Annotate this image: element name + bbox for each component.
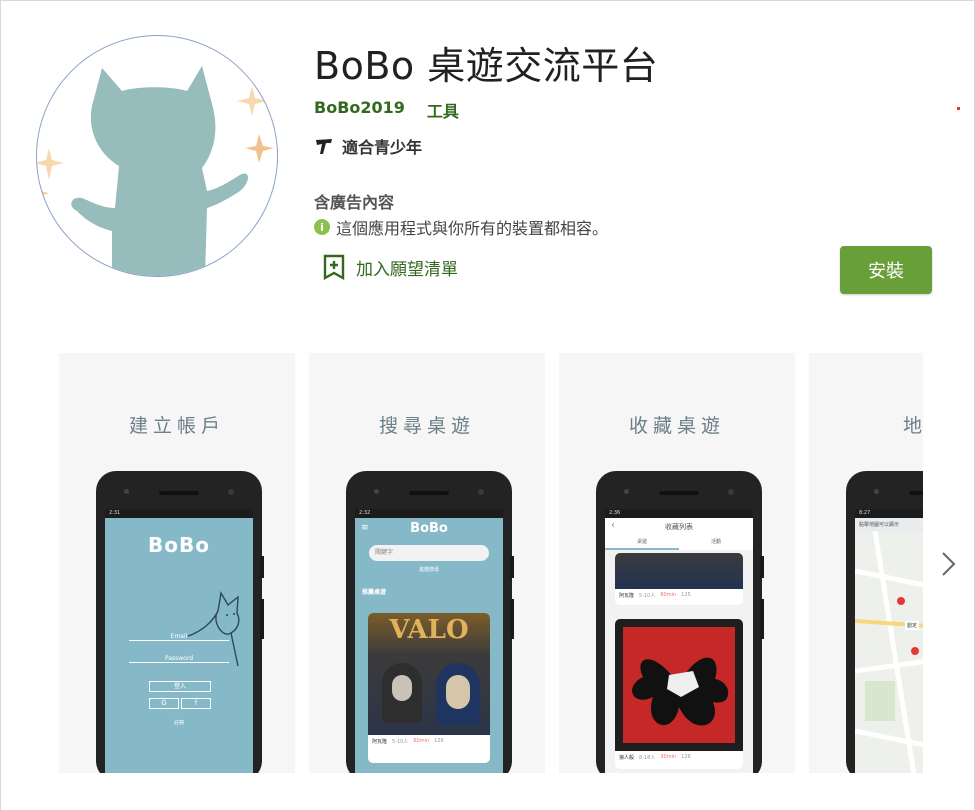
- game-duration: 30min: [660, 754, 677, 760]
- back-icon[interactable]: ‹: [611, 520, 615, 531]
- tab-events[interactable]: 活動: [679, 536, 753, 550]
- chevron-right-icon[interactable]: [938, 549, 960, 579]
- app-meta: BoBo2019 工具: [314, 98, 459, 122]
- screenshot-1[interactable]: 建立帳戶 2:31 BoBo Email Password 登入 G f 註冊: [59, 353, 295, 773]
- compatibility-text: 這個應用程式與你所有的裝置都相容。: [336, 219, 609, 238]
- google-login-button[interactable]: G: [149, 698, 179, 709]
- app-logo: BoBo: [148, 533, 210, 557]
- game-duration: 60min: [413, 738, 430, 744]
- section-label: 推薦桌遊: [362, 589, 387, 596]
- red-dot-marker: [957, 107, 960, 110]
- status-time: 8:27: [855, 509, 923, 518]
- game-card[interactable]: VALO 阿瓦隆 5-10人 60min 126: [368, 613, 490, 763]
- phone-screen: 2:36 ‹ 收藏列表 桌遊 活動 阿瓦隆 5-10人 60min 125 狼人…: [605, 509, 753, 773]
- map-label: 劉定: [905, 621, 920, 630]
- favorite-game-card[interactable]: 阿瓦隆 5-10人 60min 125: [615, 553, 743, 605]
- screenshot-carousel[interactable]: 建立帳戶 2:31 BoBo Email Password 登入 G f 註冊 …: [59, 353, 923, 773]
- phone-screen: 2:32 ≡ BoBo 關鍵字 進階搜尋 推薦桌遊 VALO 阿瓦隆 5-10人…: [355, 509, 503, 773]
- map-view[interactable]: [855, 531, 923, 773]
- phone-mockup: 2:36 ‹ 收藏列表 桌遊 活動 阿瓦隆 5-10人 60min 125 狼人…: [596, 471, 764, 773]
- info-icon: i: [314, 219, 330, 235]
- phone-mockup: 2:31 BoBo Email Password 登入 G f 註冊: [96, 471, 264, 773]
- bobo-mascot-icon: [37, 66, 274, 276]
- register-link[interactable]: 註冊: [105, 719, 253, 726]
- login-button[interactable]: 登入: [149, 681, 211, 692]
- favorite-game-card[interactable]: 狼人殺 8-18人 30min 126: [615, 619, 743, 769]
- screenshot-title: 建立帳戶: [128, 415, 225, 437]
- screenshot-title: 地圖: [902, 415, 923, 437]
- game-players: 5-10人: [639, 593, 656, 599]
- screenshot-title: 搜尋桌遊: [378, 415, 475, 437]
- app-title: BoBo 桌遊交流平台: [314, 44, 659, 88]
- status-time: 2:36: [605, 509, 753, 518]
- phone-mockup: 2:32 ≡ BoBo 關鍵字 進階搜尋 推薦桌遊 VALO 阿瓦隆 5-10人…: [346, 471, 514, 773]
- phone-screen: 8:27 點擊地圖可以顯示 劉定: [855, 509, 923, 773]
- phone-mockup: 8:27 點擊地圖可以顯示 劉定: [846, 471, 923, 773]
- app-details-page: BoBo 桌遊交流平台 BoBo2019 工具 適合青少年 含廣告內容 i 這個…: [0, 0, 975, 810]
- tab-games[interactable]: 桌遊: [605, 536, 679, 550]
- password-field[interactable]: Password: [129, 655, 229, 663]
- email-field[interactable]: Email: [129, 633, 229, 641]
- advanced-search-link[interactable]: 進階搜尋: [355, 566, 503, 573]
- screenshot-3[interactable]: 收藏桌遊 2:36 ‹ 收藏列表 桌遊 活動 阿瓦隆 5-10人 60min 1…: [559, 353, 795, 773]
- game-art-text: VALO: [389, 615, 469, 645]
- screenshot-4[interactable]: 地圖 8:27 點擊地圖可以顯示 劉定: [809, 353, 923, 773]
- teen-rating-icon: [316, 139, 332, 154]
- map-hint: 點擊地圖可以顯示: [859, 522, 900, 528]
- game-duration: 60min: [660, 592, 677, 598]
- add-to-wishlist-button[interactable]: 加入願望清單: [322, 254, 458, 280]
- status-time: 2:31: [105, 509, 253, 518]
- favorites-header: 收藏列表: [665, 523, 693, 531]
- category-link[interactable]: 工具: [427, 98, 459, 122]
- game-name: 阿瓦隆: [372, 739, 388, 745]
- wishlist-label: 加入願望清單: [356, 259, 458, 280]
- game-name: 狼人殺: [619, 755, 635, 761]
- bookmark-add-icon: [323, 254, 345, 280]
- facebook-login-button[interactable]: f: [181, 698, 211, 709]
- game-likes: 125: [681, 592, 691, 598]
- compatibility-note: i 這個應用程式與你所有的裝置都相容。: [314, 215, 608, 239]
- ads-label: 含廣告內容: [314, 193, 395, 212]
- game-players: 5-10人: [392, 739, 409, 745]
- phone-screen: 2:31 BoBo Email Password 登入 G f 註冊: [105, 509, 253, 773]
- status-time: 2:32: [355, 509, 503, 518]
- game-players: 8-18人: [639, 755, 656, 761]
- game-name: 阿瓦隆: [619, 593, 635, 599]
- search-input[interactable]: 關鍵字: [369, 545, 489, 561]
- app-icon: [36, 35, 278, 277]
- developer-link[interactable]: BoBo2019: [314, 98, 405, 122]
- game-likes: 126: [681, 754, 691, 760]
- game-likes: 126: [434, 738, 444, 744]
- install-button[interactable]: 安裝: [840, 246, 932, 294]
- screenshot-title: 收藏桌遊: [628, 415, 725, 437]
- screenshot-2[interactable]: 搜尋桌遊 2:32 ≡ BoBo 關鍵字 進階搜尋 推薦桌遊 VALO 阿瓦隆 …: [309, 353, 545, 773]
- content-rating-label: 適合青少年: [342, 138, 423, 157]
- content-rating: 適合青少年: [314, 134, 422, 158]
- werewolf-art-icon: [632, 657, 729, 726]
- app-logo: BoBo: [410, 521, 448, 536]
